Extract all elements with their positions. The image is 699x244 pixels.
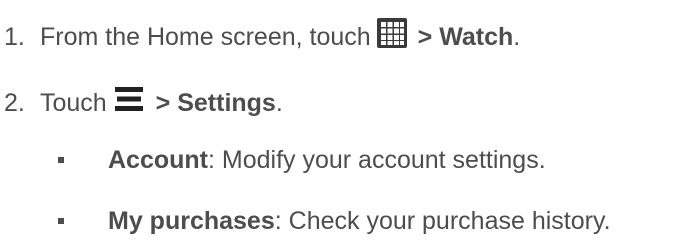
apps-grid-icon[interactable] xyxy=(376,18,407,55)
bullet-square-icon xyxy=(58,157,64,163)
step-2: 2. Touch > Settings . xyxy=(0,84,283,121)
step-text: Touch xyxy=(40,88,107,117)
bullet-description: : Modify your account settings. xyxy=(208,146,546,174)
step-number: 1. xyxy=(4,22,25,51)
bullet-square-icon xyxy=(58,218,64,224)
step-1: 1. From the Home screen, touch > Watch . xyxy=(0,18,520,55)
step-text: From the Home screen, touch xyxy=(40,22,371,51)
bullet-term: My purchases xyxy=(108,207,275,235)
bullet-description: : Check your purchase history. xyxy=(274,207,611,235)
bullet-account: Account : Modify your account settings. xyxy=(52,145,546,175)
step-punctuation: . xyxy=(513,22,521,51)
step-target: > Watch xyxy=(410,22,514,51)
bullet-my-purchases: My purchases : Check your purchase histo… xyxy=(52,206,611,236)
step-punctuation: . xyxy=(275,88,283,117)
menu-icon[interactable] xyxy=(113,84,145,121)
bullet-term: Account xyxy=(108,146,208,174)
step-target: > Settings xyxy=(148,88,276,117)
step-number: 2. xyxy=(4,88,25,117)
